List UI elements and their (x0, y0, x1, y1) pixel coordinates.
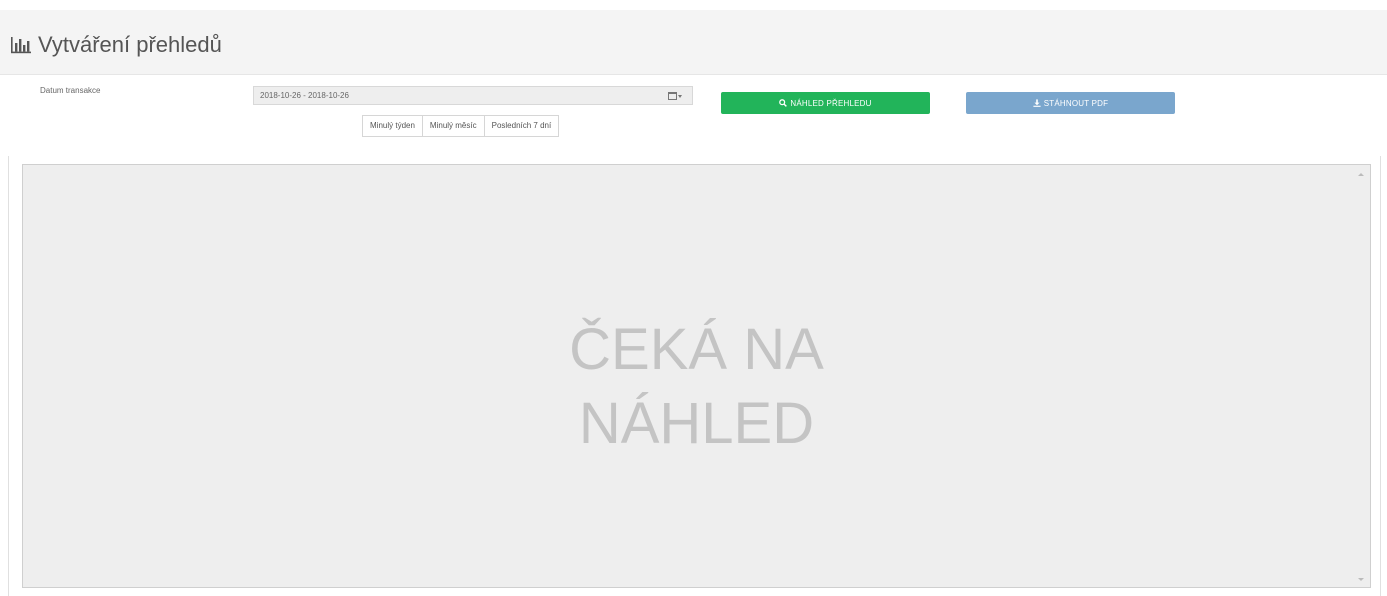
preview-report-label: NÁHLED PŘEHLEDU (790, 98, 872, 108)
calendar-dropdown-button[interactable] (668, 90, 684, 102)
page-title: Vytváření přehledů (38, 32, 222, 57)
download-icon (1033, 99, 1041, 107)
date-range-input[interactable]: 2018-10-26 - 2018-10-26 (253, 86, 693, 105)
page-title-wrap: Vytváření přehledů (10, 32, 222, 58)
download-pdf-button[interactable]: STÁHNOUT PDF (966, 92, 1175, 114)
filter-row: Datum transakce 2018-10-26 - 2018-10-26 … (0, 75, 1387, 155)
chevron-down-icon (678, 94, 682, 98)
calendar-icon (668, 92, 677, 100)
page-header: Vytváření přehledů (0, 10, 1387, 75)
report-preview-area: ČEKÁ NA NÁHLED (22, 164, 1371, 588)
preset-last-month-button[interactable]: Minulý měsíc (421, 115, 485, 137)
date-preset-group: Minulý týden Minulý měsíc Posledních 7 d… (362, 115, 560, 137)
awaiting-preview-line-2: NÁHLED (578, 391, 815, 456)
download-pdf-label: STÁHNOUT PDF (1043, 98, 1109, 108)
report-page: Vytváření přehledů Datum transakce 2018-… (0, 0, 1387, 596)
preset-last-7-days-button[interactable]: Posledních 7 dní (483, 115, 560, 137)
awaiting-preview-line-1: ČEKÁ NA (569, 317, 824, 382)
date-range-value: 2018-10-26 - 2018-10-26 (260, 91, 349, 100)
bar-chart-icon (11, 37, 31, 54)
scroll-up-arrow[interactable] (1358, 173, 1364, 176)
preset-last-week-button[interactable]: Minulý týden (362, 115, 423, 137)
scroll-down-arrow[interactable] (1358, 578, 1364, 581)
date-range-label: Datum transakce (40, 86, 101, 95)
search-icon (779, 99, 788, 107)
preview-report-button[interactable]: NÁHLED PŘEHLEDU (721, 92, 930, 114)
awaiting-preview-message: ČEKÁ NA NÁHLED (23, 313, 1370, 461)
